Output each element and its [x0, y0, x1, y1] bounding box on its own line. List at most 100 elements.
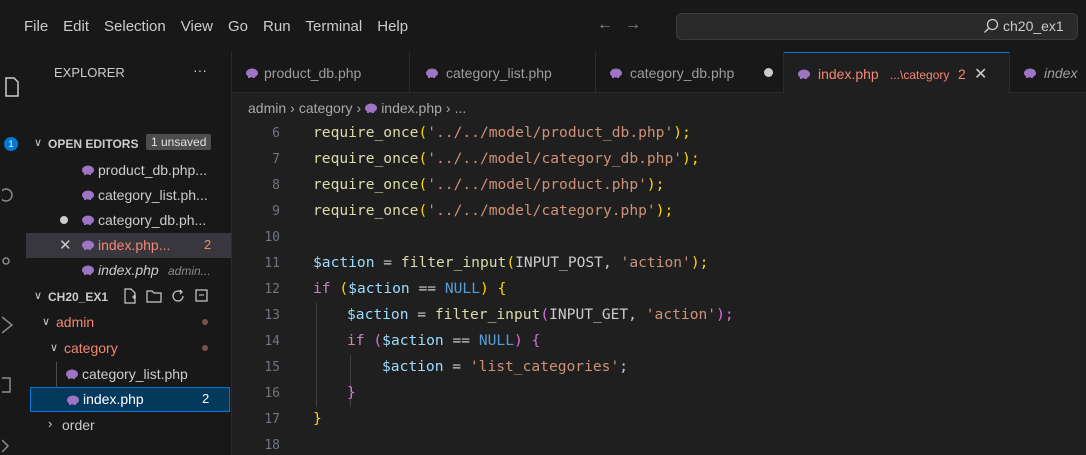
folder-title: CH20_EX1 — [48, 290, 109, 304]
tree-item-label: category_list.php — [82, 366, 188, 382]
code-line: $action = filter_input(INPUT_GET, 'actio… — [347, 306, 734, 323]
remote-explorer-icon[interactable] — [2, 374, 22, 396]
close-icon[interactable]: ✕ — [974, 64, 987, 84]
tab-error-count: 2 — [958, 66, 966, 82]
tree-file-selected[interactable]: index.php 2 — [30, 387, 230, 412]
line-number: 18 — [264, 438, 280, 453]
open-editor-label: category_list.ph... — [98, 187, 208, 203]
arrow-left-icon[interactable]: ← — [597, 16, 613, 34]
arrow-right-icon[interactable]: → — [625, 16, 641, 34]
line-number: 14 — [264, 334, 280, 349]
testing-icon[interactable] — [2, 436, 22, 455]
tab-label: product_db.php — [264, 65, 362, 81]
problem-dot-icon — [202, 319, 208, 325]
breadcrumb-item[interactable]: category — [299, 100, 353, 116]
line-number: 16 — [264, 386, 280, 401]
explorer-sidebar: EXPLORER ··· ∨ OPEN EDITORS 1 unsaved pr… — [26, 52, 232, 455]
tree-folder-order[interactable]: › order — [26, 413, 231, 438]
code-line: } — [313, 410, 322, 427]
open-editors-header[interactable]: ∨ OPEN EDITORS 1 unsaved — [26, 131, 231, 156]
extensions-icon[interactable] — [2, 250, 22, 272]
unsaved-badge: 1 unsaved — [146, 134, 212, 150]
menu-edit[interactable]: Edit — [63, 18, 89, 35]
tree-file[interactable]: category_list.php — [26, 362, 231, 387]
open-editor-item[interactable]: product_db.php... — [26, 158, 231, 183]
tab-category-list[interactable]: category_list.php — [410, 52, 596, 93]
php-file-icon — [365, 103, 378, 113]
line-number: 13 — [264, 308, 280, 323]
code-line: $action = filter_input(INPUT_POST, 'acti… — [313, 254, 709, 271]
close-icon[interactable]: ✕ — [59, 236, 72, 254]
modified-dot-icon[interactable] — [764, 68, 773, 77]
new-folder-icon[interactable] — [146, 288, 162, 304]
php-file-icon — [426, 68, 438, 78]
open-editor-item[interactable]: index.php admin... — [26, 258, 231, 283]
tab-label: category_list.php — [446, 65, 552, 81]
code-line: require_once('../../model/product.php'); — [313, 176, 665, 193]
search-icon — [984, 18, 999, 33]
chevron-down-icon: ∨ — [50, 342, 59, 354]
tree-folder-category[interactable]: ∨ category — [26, 336, 231, 361]
line-number: 15 — [264, 360, 280, 375]
open-editor-label: product_db.php... — [98, 162, 207, 178]
php-file-icon — [82, 265, 94, 275]
error-count: 2 — [202, 391, 210, 406]
menu-go[interactable]: Go — [228, 18, 248, 35]
navigation-arrows: ← → — [597, 16, 641, 34]
title-bar: File Edit Selection View Go Run Terminal… — [0, 0, 1086, 52]
tree-item-label: admin — [56, 314, 95, 330]
php-file-icon — [82, 215, 94, 225]
open-editor-item[interactable]: category_db.ph... — [26, 208, 231, 233]
breadcrumb-item[interactable]: ... — [455, 100, 467, 116]
php-file-icon — [82, 240, 94, 250]
modified-dot-icon[interactable] — [60, 216, 68, 224]
editor-tabs: product_db.php category_list.php categor… — [232, 52, 1086, 93]
line-number: 17 — [264, 412, 280, 427]
new-file-icon[interactable] — [122, 288, 138, 304]
error-count: 2 — [204, 237, 212, 252]
code-line: require_once('../../model/product_db.php… — [313, 124, 691, 141]
tree-item-label: index.php — [83, 391, 144, 407]
code-editor[interactable]: 6 7 8 9 10 11 12 13 14 15 16 17 18 requi… — [232, 123, 1086, 455]
menu-selection[interactable]: Selection — [104, 18, 166, 35]
line-number: 12 — [264, 282, 280, 297]
menu-terminal[interactable]: Terminal — [306, 18, 363, 35]
menu-view[interactable]: View — [181, 18, 213, 35]
open-editor-description: admin... — [168, 264, 211, 278]
php-file-icon — [67, 395, 79, 405]
more-actions-icon[interactable]: ··· — [193, 62, 207, 78]
menu-bar: File Edit Selection View Go Run Terminal… — [24, 0, 423, 52]
tab-label: index — [1044, 65, 1078, 81]
menu-help[interactable]: Help — [377, 18, 408, 35]
php-file-icon — [66, 369, 78, 379]
tab-index-active[interactable]: index.php ...\category 2 ✕ — [784, 52, 1010, 93]
run-debug-icon[interactable] — [2, 314, 22, 336]
open-editor-label: index.php — [98, 262, 159, 278]
tab-category-db[interactable]: category_db.php — [596, 52, 784, 93]
explorer-badge: 1 — [4, 137, 18, 151]
collapse-all-icon[interactable] — [194, 288, 210, 304]
chevron-right-icon: › — [356, 100, 362, 116]
open-editor-item-active[interactable]: ✕ index.php... 2 — [26, 233, 231, 258]
tab-product-db[interactable]: product_db.php — [232, 52, 410, 93]
tab-label: index.php — [818, 66, 879, 82]
breadcrumb-item[interactable]: admin — [248, 100, 286, 116]
tab-label: category_db.php — [630, 65, 735, 81]
indent-guide — [56, 362, 57, 387]
explorer-icon[interactable] — [2, 76, 22, 98]
code-line: $action = 'list_categories'; — [382, 358, 629, 375]
breadcrumb-item[interactable]: index.php — [381, 100, 442, 116]
tab-index-preview[interactable]: index — [1010, 52, 1086, 93]
open-editors-title: OPEN EDITORS — [48, 137, 139, 151]
tab-description: ...\category — [890, 68, 950, 82]
refresh-icon[interactable] — [170, 288, 186, 304]
tree-folder-admin[interactable]: ∨ admin — [26, 310, 231, 335]
command-center-search[interactable]: ch20_ex1 — [676, 13, 1078, 40]
menu-file[interactable]: File — [24, 18, 48, 35]
indent-guide — [316, 303, 317, 407]
open-editor-item[interactable]: category_list.ph... — [26, 183, 231, 208]
code-line: if ($action == NULL) { — [313, 280, 507, 297]
folder-header[interactable]: ∨ CH20_EX1 — [26, 284, 231, 309]
menu-run[interactable]: Run — [263, 18, 291, 35]
source-control-icon[interactable] — [2, 184, 22, 206]
